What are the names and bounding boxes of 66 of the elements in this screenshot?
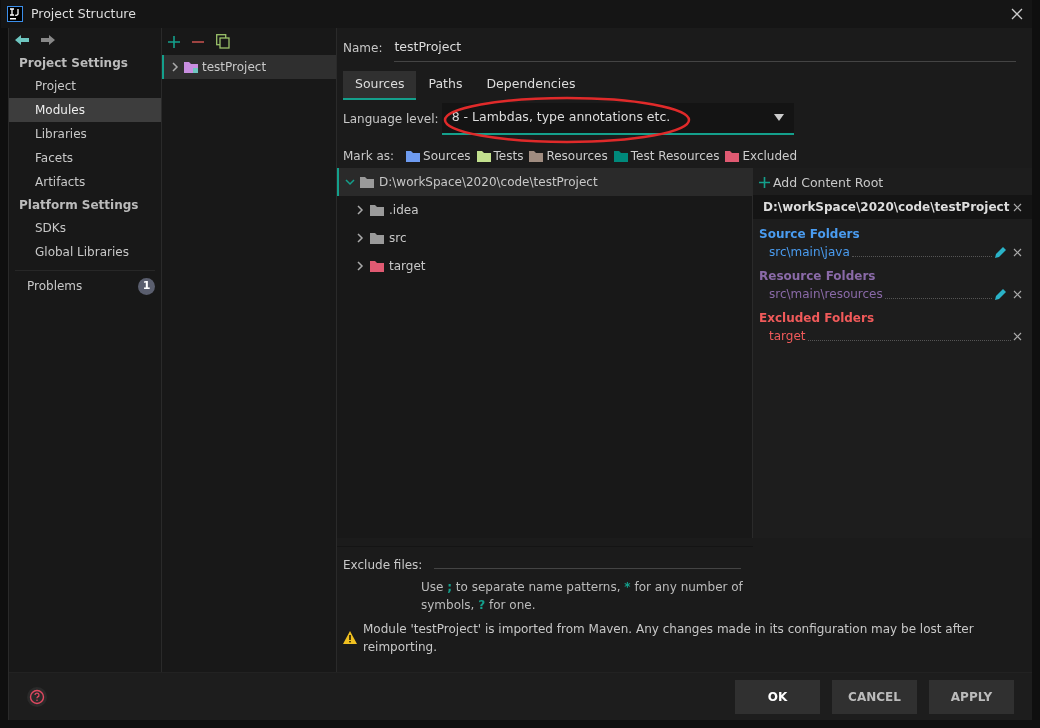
warning-icon bbox=[343, 631, 357, 644]
tab[interactable]: Dependencies bbox=[474, 70, 588, 100]
tree-row[interactable]: .idea bbox=[337, 195, 752, 224]
back-arrow-icon[interactable] bbox=[15, 34, 29, 46]
collapse-chevron-icon[interactable] bbox=[355, 204, 365, 215]
count-badge: 1 bbox=[138, 277, 155, 295]
section-heading: Platform Settings bbox=[18, 197, 140, 214]
nav-item[interactable]: Facets bbox=[9, 146, 161, 170]
collapse-chevron-icon[interactable] bbox=[355, 260, 365, 271]
nav-item[interactable]: Global Libraries bbox=[9, 240, 161, 264]
dialog-button[interactable]: OK bbox=[735, 679, 820, 714]
tree-row[interactable]: D:\workSpace\2020\code\testProject bbox=[337, 167, 752, 196]
field-label: Exclude files: bbox=[343, 556, 423, 574]
close-icon[interactable] bbox=[1013, 202, 1022, 212]
nav-item[interactable]: Project bbox=[9, 74, 161, 98]
collapse-chevron-icon[interactable] bbox=[170, 62, 180, 72]
folder-path: target bbox=[768, 328, 806, 346]
close-icon[interactable] bbox=[1013, 331, 1022, 341]
dropdown-caret-icon bbox=[773, 114, 784, 121]
add-content-root-link[interactable]: Add Content Root bbox=[753, 170, 1032, 196]
module-folder-icon bbox=[184, 61, 198, 73]
field-label: Name: bbox=[343, 39, 383, 57]
app-logo-icon bbox=[7, 6, 23, 22]
collapse-chevron-icon[interactable] bbox=[355, 232, 365, 243]
close-icon[interactable] bbox=[1013, 247, 1022, 257]
warning-text: Module 'testProject' is imported from Maven. Any changes made in its configuration may be lost after reimporting. bbox=[363, 620, 975, 656]
add-icon[interactable] bbox=[168, 35, 180, 48]
mark-as-button[interactable]: Resources bbox=[529, 146, 608, 165]
field-label: Language level: bbox=[343, 110, 439, 128]
folder-path: src\main\resources bbox=[768, 286, 883, 304]
help-icon[interactable] bbox=[27, 686, 47, 707]
folder-path: src\main\java bbox=[768, 244, 850, 262]
expand-chevron-icon[interactable] bbox=[345, 176, 355, 187]
section-heading: Project Settings bbox=[18, 55, 129, 72]
edit-icon[interactable] bbox=[994, 245, 1007, 259]
content-root-path: D:\workSpace\2020\code\testProject bbox=[763, 199, 1010, 217]
nav-item[interactable]: Problems bbox=[9, 277, 83, 295]
copy-icon[interactable] bbox=[216, 34, 230, 49]
close-icon[interactable] bbox=[1013, 289, 1022, 299]
folder-group-title: Excluded Folders bbox=[758, 310, 876, 328]
tab[interactable]: Sources bbox=[343, 70, 417, 100]
nav-item[interactable]: SDKs bbox=[9, 216, 161, 240]
forward-arrow-icon[interactable] bbox=[41, 34, 55, 46]
field-label: Mark as: bbox=[343, 147, 395, 165]
tree-row[interactable]: target bbox=[337, 251, 752, 280]
nav-item[interactable]: Libraries bbox=[9, 122, 161, 146]
hint-text: Use ; to separate name patterns, * for any number of symbols, ? for one. bbox=[421, 578, 744, 614]
nav-item[interactable]: Modules bbox=[9, 98, 161, 122]
module-item[interactable]: testProject bbox=[162, 55, 336, 79]
mark-as-button[interactable]: Sources bbox=[406, 146, 471, 165]
mark-as-button[interactable]: Excluded bbox=[725, 146, 798, 165]
name-field[interactable]: testProject bbox=[394, 34, 1016, 62]
nav-item[interactable]: Artifacts bbox=[9, 170, 161, 194]
add-icon bbox=[759, 177, 770, 189]
dialog-button[interactable]: APPLY bbox=[929, 679, 1014, 714]
dialog-button[interactable]: CANCEL bbox=[832, 679, 917, 714]
folder-icon bbox=[360, 175, 374, 188]
edit-icon[interactable] bbox=[994, 287, 1007, 301]
folder-group-title: Source Folders bbox=[758, 226, 861, 244]
mark-as-button[interactable]: Tests bbox=[476, 146, 524, 165]
tree-row[interactable]: src bbox=[337, 223, 752, 252]
language-level-dropdown[interactable]: 8 - Lambdas, type annotations etc. bbox=[441, 102, 794, 135]
tab[interactable]: Paths bbox=[416, 70, 475, 100]
window-title: Project Structure bbox=[31, 4, 136, 23]
mark-as-button[interactable]: Test Resources bbox=[613, 146, 720, 165]
folder-group-title: Resource Folders bbox=[758, 268, 877, 286]
